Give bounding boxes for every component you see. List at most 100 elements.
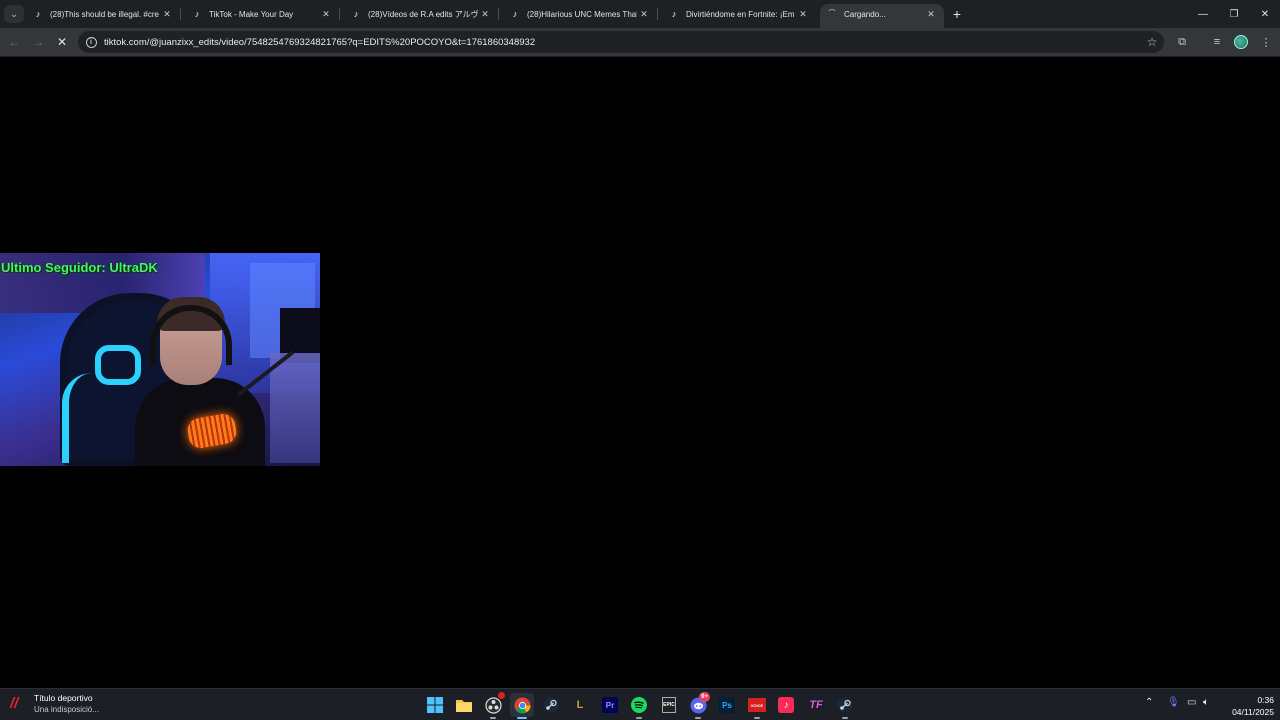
tab-separator: [339, 8, 340, 20]
clock-date: 04/11/2025: [1232, 707, 1274, 717]
taskbar-league-of-legends[interactable]: L: [568, 693, 592, 717]
arrow-left-icon: ←: [8, 35, 20, 49]
close-icon: ✕: [1260, 8, 1270, 20]
notification-badge: 9+: [699, 692, 710, 702]
running-indicator: [754, 717, 760, 719]
minimize-button[interactable]: —: [1188, 4, 1218, 24]
tray-volume-icon[interactable]: 🔈︎: [1203, 697, 1209, 708]
taskbar-premiere-pro[interactable]: Pr: [598, 693, 622, 717]
taskbar-discord[interactable]: 9+: [686, 692, 710, 719]
running-indicator: [490, 717, 496, 719]
close-icon: ✕: [56, 35, 68, 49]
minimize-icon: —: [1198, 8, 1208, 20]
tab-1[interactable]: ♪ (28)This should be illegal. #cre ✕: [26, 4, 181, 24]
url-text[interactable]: tiktok.com/@juanzixx_edits/video/7548254…: [104, 37, 1140, 48]
browser-toolbar: ← → ✕ i tiktok.com/@juanzixx_edits/video…: [0, 28, 1280, 57]
tiktok-icon: ♪: [353, 9, 359, 19]
tab-label: Cargando...: [844, 9, 886, 19]
tray-overflow-chevron-icon[interactable]: ⌃: [1145, 697, 1153, 708]
taskbar-voicemeeter[interactable]: VOICE: [745, 693, 769, 719]
arrow-right-icon: →: [32, 35, 44, 49]
tiktok-icon: ♪: [194, 9, 200, 19]
page-content: Ultimo Seguidor: UltraDK: [0, 57, 1280, 688]
tray-network-icon[interactable]: ▭: [1187, 697, 1196, 708]
taskbar-steam-2[interactable]: [833, 693, 857, 719]
steam-icon: [837, 697, 853, 713]
chevron-down-icon: ⌄: [10, 8, 18, 19]
running-indicator: [695, 717, 701, 719]
back-button[interactable]: ←: [4, 32, 24, 52]
news-title: Título deportivo: [34, 693, 93, 703]
avatar: [1234, 35, 1248, 49]
tiktok-icon: ♪: [35, 9, 41, 19]
taskbar-tiktok[interactable]: ♪: [774, 693, 798, 717]
taskbar-steam[interactable]: [539, 693, 563, 717]
tab-label: TikTok - Make Your Day: [209, 9, 294, 19]
epic-games-icon: EPIC: [662, 697, 676, 713]
league-icon: L: [576, 699, 584, 711]
premiere-icon: Pr: [602, 697, 618, 713]
taskbar-obs[interactable]: [481, 692, 505, 719]
close-window-button[interactable]: ✕: [1250, 4, 1280, 24]
clock-time: 0:36: [1257, 695, 1274, 705]
tab-3[interactable]: ♪ (28)Vídeos de R.A edits アルヴァ ✕: [344, 4, 499, 24]
profile-avatar[interactable]: [1231, 32, 1251, 52]
new-tab-button[interactable]: +: [948, 5, 966, 23]
bookmark-star-icon[interactable]: ☆: [1140, 35, 1164, 49]
tab-strip: ⌄ ♪ (28)This should be illegal. #cre ✕ ♪…: [0, 0, 1280, 28]
close-icon[interactable]: ✕: [796, 9, 810, 20]
tab-label: (28)This should be illegal. #cre: [50, 9, 159, 19]
address-bar[interactable]: i tiktok.com/@juanzixx_edits/video/75482…: [78, 31, 1164, 53]
news-widget[interactable]: // Título deportivo Una indisposició...: [10, 693, 99, 714]
extensions-icon[interactable]: ⧉: [1172, 32, 1192, 52]
system-clock[interactable]: 0:36 04/11/2025: [1222, 694, 1274, 718]
recording-indicator: [498, 692, 505, 699]
taskbar-epic-games[interactable]: EPIC: [657, 693, 681, 717]
tab-4[interactable]: ♪ (28)Hilarious UNC Memes That ✕: [503, 4, 658, 24]
tab-search-button[interactable]: ⌄: [4, 5, 24, 23]
tab-separator: [180, 8, 181, 20]
taskbar-spotify[interactable]: [627, 693, 651, 719]
tiktok-icon: ♪: [778, 697, 794, 713]
restore-icon: ❐: [1229, 8, 1239, 20]
steam-icon: [543, 697, 559, 713]
stop-loading-button[interactable]: ✕: [52, 32, 72, 52]
obs-icon: [484, 696, 502, 714]
media-controls-icon[interactable]: ≡: [1207, 32, 1227, 52]
tiktok-icon: ♪: [671, 9, 677, 19]
news-logo-icon: //: [10, 694, 19, 712]
tf-icon: TF: [809, 699, 823, 711]
info-icon: i: [85, 36, 97, 48]
news-subtitle: Una indisposició...: [34, 705, 99, 714]
tray-microphone-icon[interactable]: 🎙︎: [1167, 697, 1180, 708]
close-icon[interactable]: ✕: [637, 9, 651, 20]
tab-label: Divirtiéndome en Fortnite: ¡Em: [686, 9, 795, 19]
close-icon[interactable]: ✕: [319, 9, 333, 20]
tab-active[interactable]: Cargando... ✕: [820, 4, 944, 28]
site-info-button[interactable]: i: [78, 36, 104, 48]
tab-2[interactable]: ♪ TikTok - Make Your Day ✕: [185, 4, 340, 24]
restore-button[interactable]: ❐: [1219, 4, 1249, 24]
close-icon[interactable]: ✕: [478, 9, 492, 20]
tab-label: (28)Hilarious UNC Memes That: [527, 9, 637, 19]
taskbar-chrome[interactable]: [510, 693, 534, 719]
webcam-video[interactable]: Ultimo Seguidor: UltraDK: [0, 253, 320, 466]
spotify-icon: [631, 697, 647, 713]
taskbar-photoshop[interactable]: Ps: [715, 693, 739, 717]
taskbar-file-explorer[interactable]: [452, 693, 476, 717]
running-indicator: [517, 717, 527, 719]
loading-spinner-icon: [826, 8, 838, 20]
tab-5[interactable]: ♪ Divirtiéndome en Fortnite: ¡Em ✕: [662, 4, 816, 24]
chrome-icon: [514, 697, 530, 713]
forward-button[interactable]: →: [28, 32, 48, 52]
windows-start-button[interactable]: [423, 693, 447, 717]
photoshop-icon: Ps: [719, 697, 735, 713]
taskbar-tf[interactable]: TF: [804, 693, 828, 717]
taskbar: // Título deportivo Una indisposició... …: [0, 688, 1280, 720]
follower-overlay: Ultimo Seguidor: UltraDK: [1, 260, 158, 275]
chair-arm: [62, 373, 102, 463]
close-icon[interactable]: ✕: [160, 9, 174, 20]
tiktok-icon: ♪: [512, 9, 518, 19]
menu-kebab-icon[interactable]: ⋮: [1256, 32, 1276, 52]
close-icon[interactable]: ✕: [924, 9, 938, 20]
